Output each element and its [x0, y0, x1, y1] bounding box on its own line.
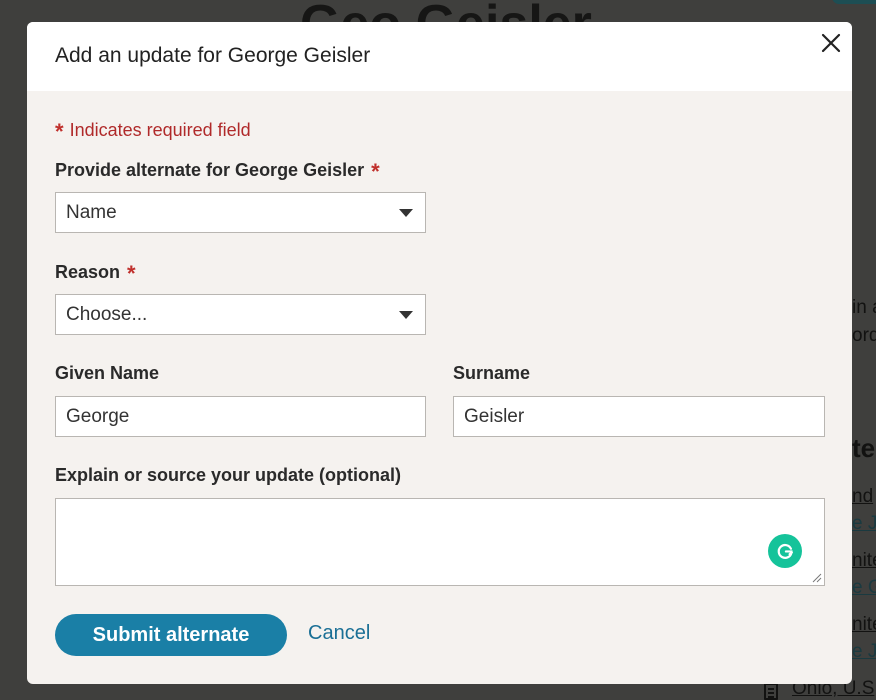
update-dialog: Add an update for George Geisler * Indic…	[27, 22, 852, 684]
reason-label: Reason *	[55, 261, 136, 286]
given-name-value: George	[66, 405, 130, 427]
surname-value: Geisler	[464, 405, 525, 427]
background-record-link: nite	[852, 614, 876, 635]
background-record-link: e J.	[852, 641, 876, 662]
surname-input[interactable]: Geisler	[453, 396, 825, 437]
alternate-type-label: Provide alternate for George Geisler *	[55, 159, 380, 184]
background-text-line: in a	[852, 297, 876, 318]
explain-textarea[interactable]	[55, 498, 825, 586]
submit-alternate-button[interactable]: Submit alternate	[55, 614, 287, 656]
grammarly-icon[interactable]	[768, 534, 802, 568]
reason-label-text: Reason	[55, 261, 121, 282]
dropdown-arrow-icon	[399, 209, 413, 217]
required-note-text: Indicates required field	[69, 119, 251, 140]
required-asterisk-icon: *	[55, 119, 64, 144]
reason-select[interactable]: Choose...	[55, 294, 426, 335]
background-record-link: nite	[852, 550, 876, 571]
background-pill	[832, 0, 876, 4]
surname-label: Surname	[453, 363, 531, 383]
resize-handle-icon[interactable]	[812, 573, 822, 583]
dialog-header: Add an update for George Geisler	[27, 22, 852, 91]
required-asterisk-icon: *	[127, 261, 136, 286]
required-asterisk-icon: *	[371, 159, 380, 184]
reason-value: Choose...	[66, 303, 148, 325]
given-name-label: Given Name	[55, 363, 160, 383]
close-icon	[821, 33, 841, 53]
background-record-link: e J.	[852, 513, 876, 534]
given-name-input[interactable]: George	[55, 396, 426, 437]
explain-label: Explain or source your update (optional)	[55, 465, 402, 485]
background-section-heading: te	[852, 433, 876, 463]
cancel-link[interactable]: Cancel	[308, 622, 370, 645]
dropdown-arrow-icon	[399, 311, 413, 319]
background-record-link: e G	[852, 577, 876, 598]
alternate-type-label-text: Provide alternate for George Geisler	[55, 159, 365, 180]
background-text-line: ords	[852, 325, 876, 346]
close-button[interactable]	[818, 30, 844, 56]
dialog-title: Add an update for George Geisler	[55, 44, 371, 67]
background-record-link: nd	[852, 486, 874, 507]
alternate-type-value: Name	[66, 201, 117, 223]
alternate-type-select[interactable]: Name	[55, 192, 426, 233]
required-field-note: * Indicates required field	[55, 119, 251, 144]
document-icon	[764, 683, 778, 700]
